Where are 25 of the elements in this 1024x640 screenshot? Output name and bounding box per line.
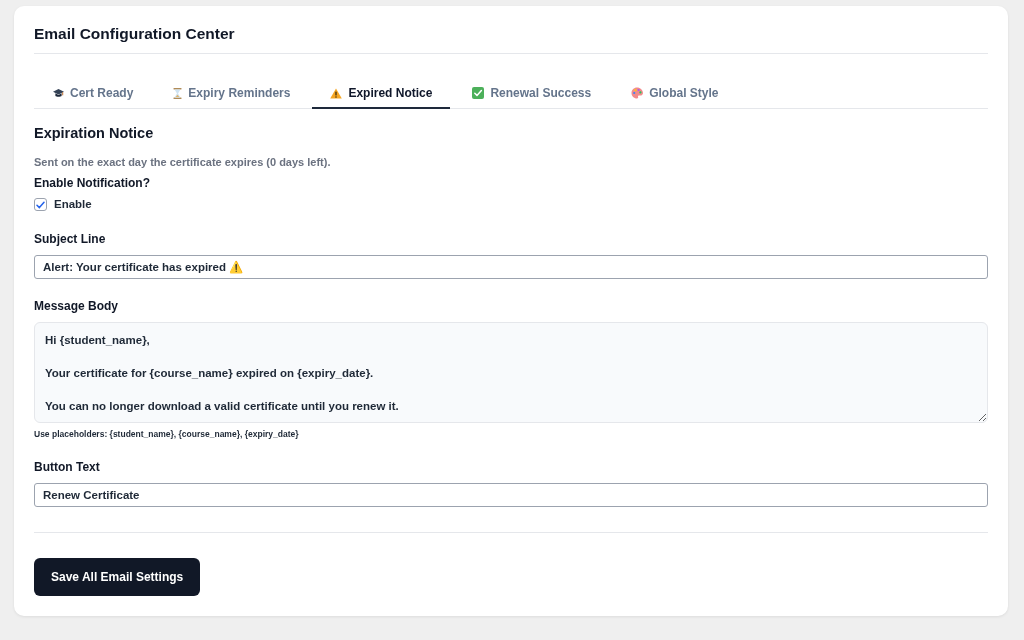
save-button[interactable]: Save All Email Settings <box>34 558 201 596</box>
tab[interactable]: Expired Notice <box>312 78 451 109</box>
field-label: Button Text <box>34 460 101 475</box>
section-description: Sent on the exact day the certificate expires (0 days left). <box>34 155 332 169</box>
tab[interactable]: Cert Ready <box>35 78 152 109</box>
checkbox[interactable] <box>34 198 47 211</box>
checkmark-icon <box>36 200 45 209</box>
checkbox-label: Enable <box>54 197 92 212</box>
card-title: Email Configuration Center <box>34 24 236 44</box>
text-input[interactable]: Alert: Your certificate has expired ⚠ <box>34 255 988 279</box>
tab[interactable]: Expiry Reminders <box>155 78 309 109</box>
hourglass-icon <box>173 87 183 99</box>
check-box-icon <box>472 87 485 99</box>
field-label: Message Body <box>34 299 120 314</box>
warning-icon <box>330 87 343 99</box>
section-heading: Expiration Notice <box>34 124 155 142</box>
palette-icon <box>631 87 644 99</box>
text-input[interactable]: Renew Certificate <box>34 483 988 507</box>
field-label: Enable Notification? <box>34 176 151 191</box>
field-label: Subject Line <box>34 232 107 247</box>
tab[interactable]: Renewal Success <box>454 78 610 109</box>
tab[interactable]: Global Style <box>613 78 737 109</box>
message-textarea[interactable]: Hi {student_name}, Your certificate for {course_name} expired on {expiry_date}. You can no longer download a valid certificate until you renew it. <box>34 322 988 423</box>
graduation-cap-icon <box>53 87 64 99</box>
hint-text: Use placeholders: {student_name}, {course_name}, {expiry_date} <box>34 429 300 440</box>
